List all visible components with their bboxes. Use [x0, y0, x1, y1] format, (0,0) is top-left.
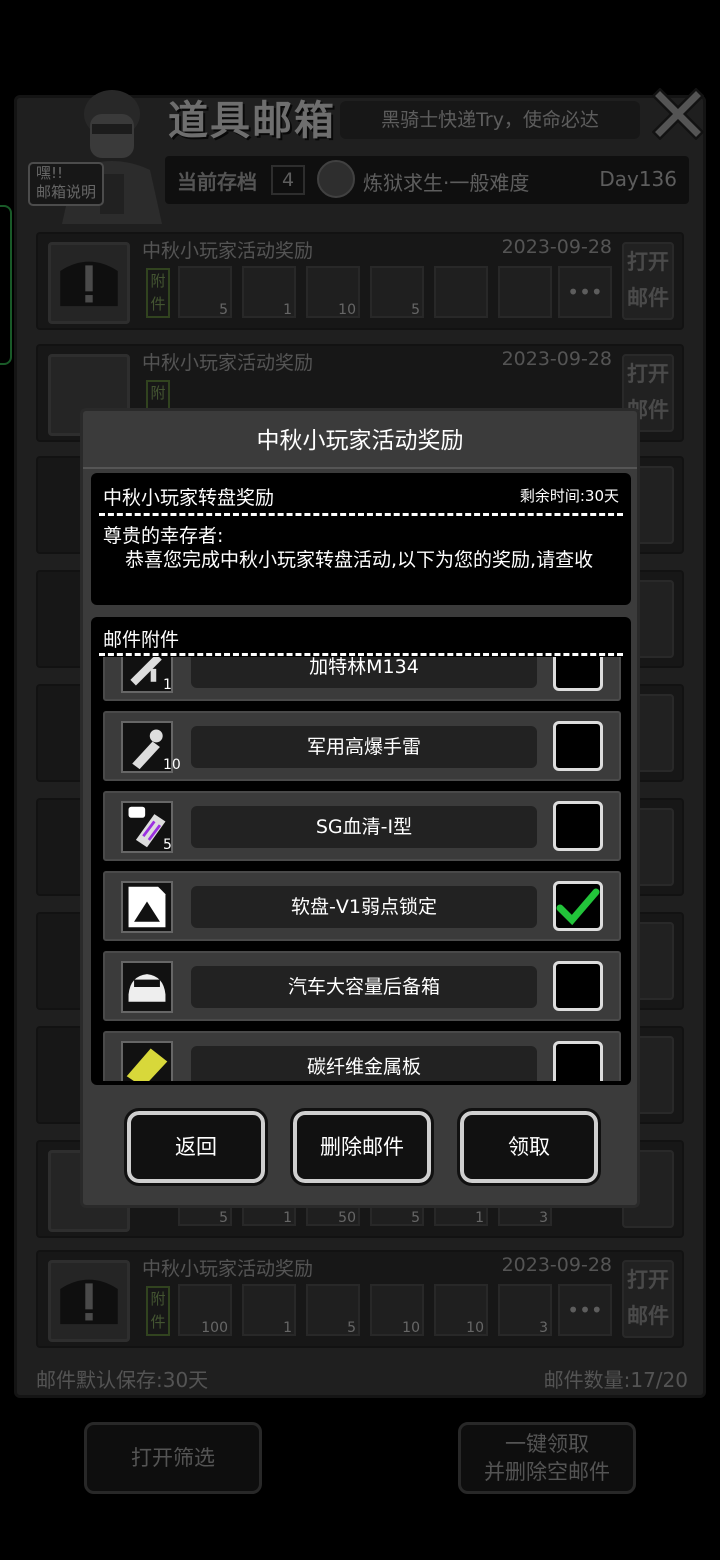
attachment-name: 军用高爆手雷: [191, 726, 537, 768]
attachment-row[interactable]: 10 军用高爆手雷: [103, 711, 621, 781]
attachment-name: 软盘-V1弱点锁定: [191, 886, 537, 928]
check-icon: [556, 888, 600, 926]
delete-mail-button[interactable]: 删除邮件: [290, 1108, 434, 1186]
attachment-checkbox[interactable]: [553, 961, 603, 1011]
message-body: 恭喜您完成中秋小玩家转盘活动,以下为您的奖励,请查收: [125, 549, 594, 571]
remaining-time: 剩余时间:30天: [519, 487, 619, 505]
attachment-checkbox[interactable]: [553, 881, 603, 931]
delete-label: 删除邮件: [320, 1135, 404, 1159]
attachment-checkbox[interactable]: [553, 657, 603, 691]
attachment-checkbox[interactable]: [553, 721, 603, 771]
back-label: 返回: [175, 1135, 217, 1159]
floppy-icon: [121, 881, 173, 933]
attachment-qty: 1: [163, 677, 172, 693]
message-greeting: 尊贵的幸存者:: [103, 525, 224, 547]
attachment-name: 碳纤维金属板: [191, 1046, 537, 1081]
mail-detail-modal: 中秋小玩家活动奖励 中秋小玩家转盘奖励 剩余时间:30天 尊贵的幸存者: 恭喜您…: [80, 408, 640, 1208]
attachment-row[interactable]: 5 SG血清-I型: [103, 791, 621, 861]
carbon-plate-icon: [121, 1041, 173, 1081]
car-trunk-icon: [121, 961, 173, 1013]
attachment-checkbox[interactable]: [553, 1041, 603, 1081]
attachments-box: 邮件附件 1 加特林M134 10 军用高爆手雷 5 SG血清-I型 软盘-V1…: [91, 617, 631, 1085]
modal-title: 中秋小玩家活动奖励: [256, 428, 464, 454]
attachment-qty: 5: [163, 837, 172, 853]
attachment-name: 汽车大容量后备箱: [191, 966, 537, 1008]
claim-label: 领取: [508, 1135, 550, 1159]
attachment-row[interactable]: 汽车大容量后备箱: [103, 951, 621, 1021]
attachment-row[interactable]: 1 加特林M134: [103, 657, 621, 701]
message-subject: 中秋小玩家转盘奖励: [103, 487, 275, 509]
back-button[interactable]: 返回: [124, 1108, 268, 1186]
message-box: 中秋小玩家转盘奖励 剩余时间:30天 尊贵的幸存者: 恭喜您完成中秋小玩家转盘活…: [91, 473, 631, 605]
attachment-qty: 10: [163, 757, 181, 773]
dashed-divider: [99, 513, 623, 516]
attachments-list[interactable]: 1 加特林M134 10 军用高爆手雷 5 SG血清-I型 软盘-V1弱点锁定 …: [91, 657, 631, 1081]
attachment-name: 加特林M134: [191, 657, 537, 688]
attachments-header: 邮件附件: [103, 629, 180, 651]
attachment-checkbox[interactable]: [553, 801, 603, 851]
divider: [83, 467, 637, 469]
claim-button[interactable]: 领取: [457, 1108, 601, 1186]
attachment-name: SG血清-I型: [191, 806, 537, 848]
dashed-divider: [99, 653, 623, 656]
attachment-row[interactable]: 软盘-V1弱点锁定: [103, 871, 621, 941]
attachment-row[interactable]: 碳纤维金属板: [103, 1031, 621, 1081]
